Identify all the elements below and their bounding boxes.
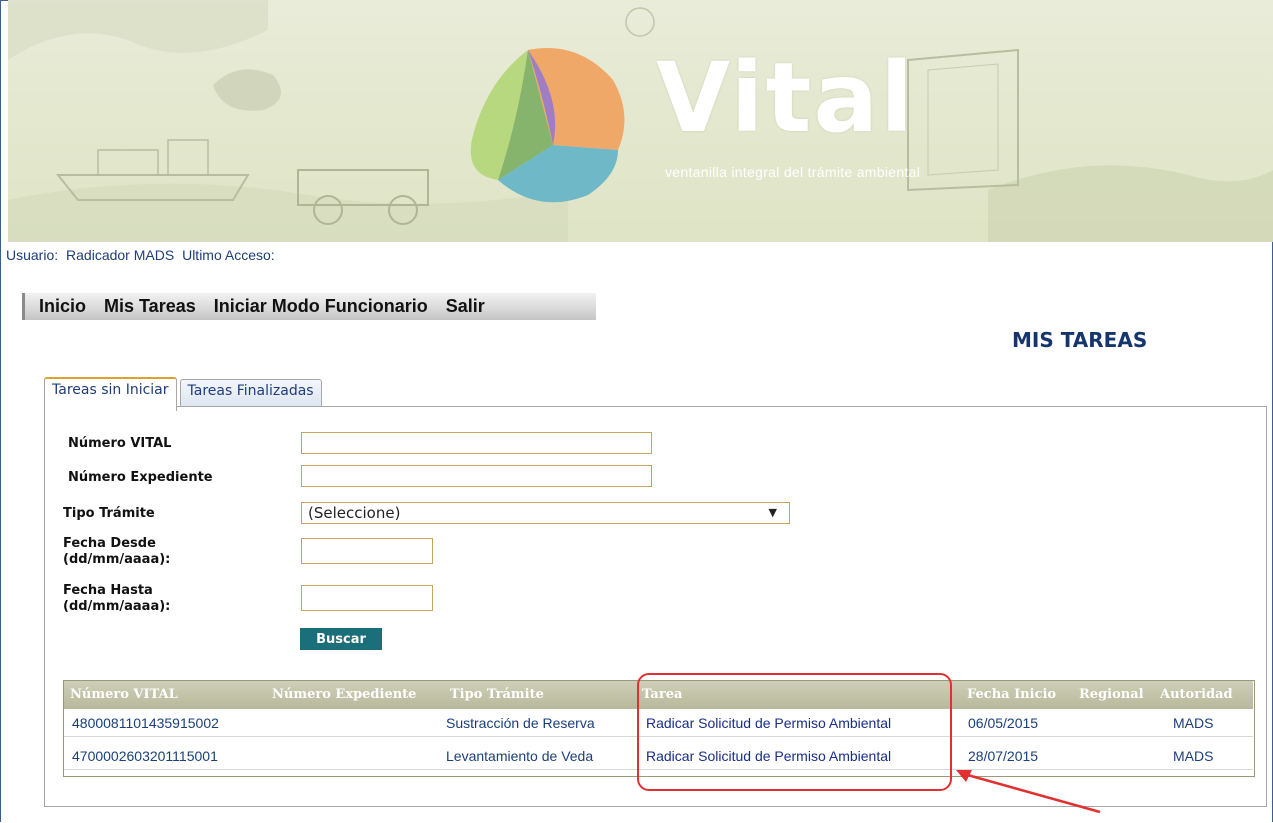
tab-tareas-finalizadas[interactable]: Tareas Finalizadas bbox=[179, 379, 322, 406]
fecha-hasta-label-line2: (dd/mm/aaaa): bbox=[63, 599, 171, 614]
fecha-desde-label-line2: (dd/mm/aaaa): bbox=[63, 552, 171, 567]
usuario-label: Usuario: bbox=[6, 247, 59, 263]
cell-tipo-tramite: Levantamiento de Veda bbox=[446, 748, 594, 764]
cell-tipo-tramite: Sustracción de Reserva bbox=[446, 715, 595, 731]
numero-expediente-label: Número Expediente bbox=[68, 470, 213, 485]
buscar-button[interactable]: Buscar bbox=[300, 628, 382, 650]
col-header-fecha-inicio[interactable]: Fecha Inicio bbox=[967, 687, 1056, 702]
col-header-tipo-tramite[interactable]: Tipo Trámite bbox=[450, 687, 544, 702]
tipo-tramite-label: Tipo Trámite bbox=[63, 506, 155, 521]
banner-illustration bbox=[8, 0, 1273, 242]
col-header-numero-vital[interactable]: Número VITAL bbox=[70, 687, 178, 702]
cell-numero-vital[interactable]: 4800081101435915002 bbox=[72, 715, 219, 731]
banner-subtitle: ventanilla integral del trámite ambienta… bbox=[665, 164, 921, 180]
banner-title: Vital bbox=[656, 42, 916, 154]
fecha-hasta-label: Fecha Hasta (dd/mm/aaaa): bbox=[63, 583, 170, 615]
main-menu: Inicio Mis Tareas Iniciar Modo Funcionar… bbox=[22, 293, 596, 320]
cell-autoridad: MADS bbox=[1173, 715, 1214, 731]
page-title: MIS TAREAS bbox=[1012, 328, 1148, 352]
header-banner: Vital ventanilla integral del trámite am… bbox=[8, 0, 1273, 242]
fecha-desde-input[interactable] bbox=[301, 538, 433, 564]
fecha-hasta-label-line1: Fecha Hasta bbox=[63, 583, 153, 598]
fecha-desde-label: Fecha Desde (dd/mm/aaaa): bbox=[63, 536, 170, 568]
user-info: Usuario: Radicador MADS Ultimo Acceso: bbox=[6, 247, 279, 263]
dropdown-arrow-icon: ▼ bbox=[768, 506, 777, 519]
col-header-numero-expediente[interactable]: Número Expediente bbox=[272, 687, 416, 702]
fecha-desde-label-line1: Fecha Desde bbox=[63, 536, 156, 551]
fecha-hasta-input[interactable] bbox=[301, 585, 433, 611]
cell-numero-vital[interactable]: 4700002603201115001 bbox=[72, 748, 218, 764]
menu-item-iniciar-modo-funcionario[interactable]: Iniciar Modo Funcionario bbox=[214, 296, 428, 317]
menu-item-salir[interactable]: Salir bbox=[446, 296, 485, 317]
numero-vital-label: Número VITAL bbox=[68, 436, 172, 451]
cell-autoridad: MADS bbox=[1173, 748, 1214, 764]
tab-tareas-sin-iniciar[interactable]: Tareas sin Iniciar bbox=[44, 377, 177, 411]
col-header-regional[interactable]: Regional bbox=[1079, 687, 1144, 702]
tipo-tramite-selected: (Seleccione) bbox=[308, 504, 401, 522]
annotation-highlight-box bbox=[637, 673, 952, 791]
menu-item-mis-tareas[interactable]: Mis Tareas bbox=[104, 296, 196, 317]
menu-item-inicio[interactable]: Inicio bbox=[39, 296, 86, 317]
usuario-value: Radicador MADS bbox=[66, 247, 175, 263]
annotation-arrow-icon bbox=[956, 770, 1101, 814]
tipo-tramite-select[interactable]: (Seleccione) ▼ bbox=[301, 502, 790, 524]
numero-expediente-input[interactable] bbox=[301, 465, 652, 487]
col-header-autoridad[interactable]: Autoridad bbox=[1160, 687, 1233, 702]
ultimo-acceso-label: Ultimo Acceso: bbox=[182, 247, 275, 263]
numero-vital-input[interactable] bbox=[301, 432, 652, 454]
cell-fecha-inicio: 06/05/2015 bbox=[968, 715, 1039, 731]
